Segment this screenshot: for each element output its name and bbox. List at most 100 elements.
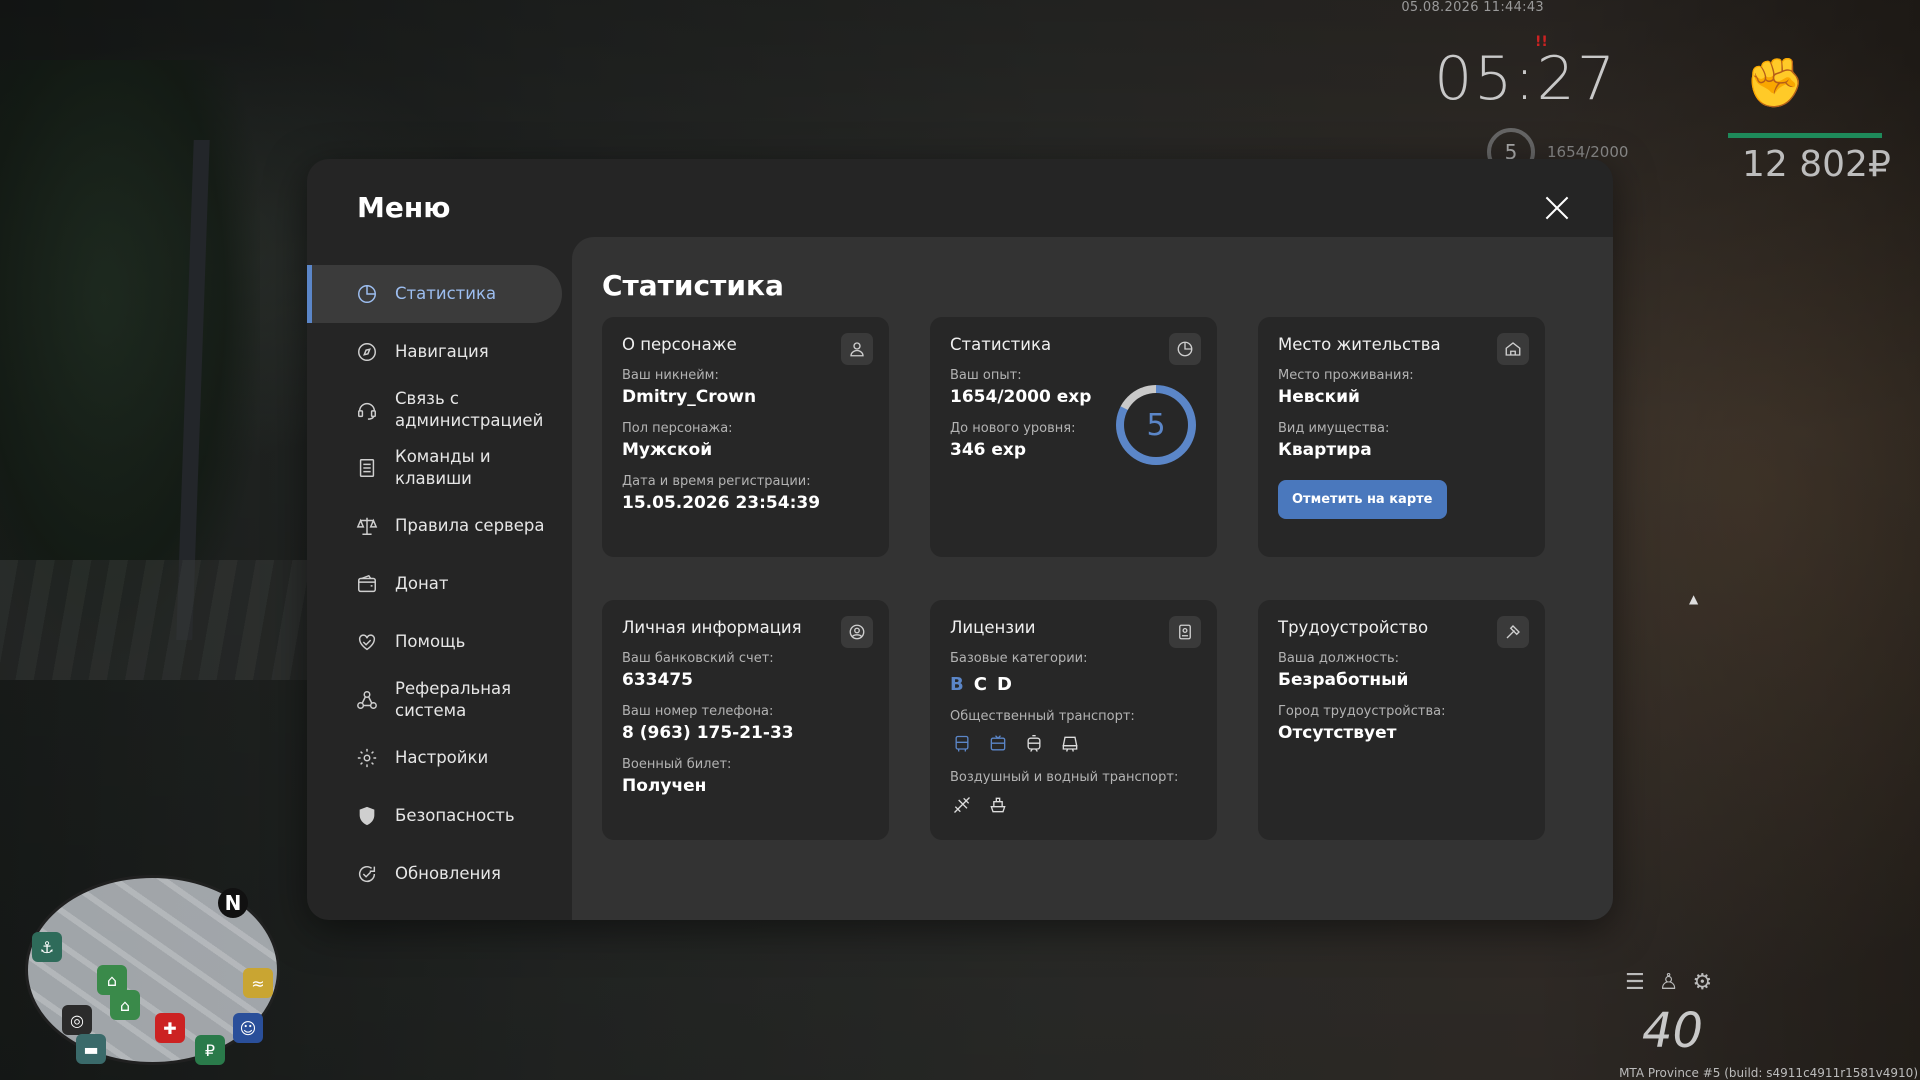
card-title: Статистика [950,335,1052,354]
public-transport-icons [950,732,1197,756]
shield-icon [355,804,379,828]
handshake-heart-icon [355,630,379,654]
air-water-transport-icons [950,793,1197,817]
phone-value: 8 (963) 175-21-33 [622,723,794,743]
ship-icon [986,793,1010,817]
license-category-c: C [973,674,987,695]
exp-label: Ваш опыт: [950,368,1022,383]
tram-icon [1022,732,1046,756]
personal-info-card: Личная информация Ваш банковский счет: 6… [602,600,889,840]
train-icon [1058,732,1082,756]
house-icon: ⌂ [110,990,140,1020]
sidebar-item-updates[interactable]: Обновления [307,845,562,903]
phone-label: Ваш номер телефона: [622,704,774,719]
sidebar-item-settings[interactable]: Настройки [307,729,562,787]
registration-value: 15.05.2026 23:54:39 [622,493,821,513]
military-id-label: Военный билет: [622,757,732,772]
property-type-value: Квартира [1278,440,1372,460]
compass-icon [355,340,379,364]
hud-money-bar [1728,133,1882,138]
card-title: Место жительства [1278,335,1441,354]
minimap-north-marker: N [218,888,248,918]
property-type-label: Вид имущества: [1278,421,1390,436]
pie-chart-icon [1169,333,1201,365]
sidebar-item-label: Помощь [395,632,466,651]
about-character-card: О персонаже Ваш никнейм: Dmitry_Crown По… [602,317,889,557]
sidebar-item-label: Навигация [395,342,489,361]
user-icon [841,333,873,365]
page-title: Статистика [602,269,784,302]
sidebar-item-server-rules[interactable]: Правила сервера [307,497,562,555]
public-transport-label: Общественный транспорт: [950,709,1135,724]
employment-card: Трудоустройство Ваша должность: Безработ… [1258,600,1545,840]
people-network-icon [355,688,379,712]
close-button[interactable] [1541,191,1573,223]
license-categories: BCD [950,674,1197,695]
sidebar-item-label: Команды и клавиши [395,447,491,488]
card-title: Лицензии [950,618,1036,637]
card-title: О персонаже [622,335,737,354]
menu-modal: Меню Статистика Навигация Связь с админи… [307,159,1613,920]
gender-value: Мужской [622,440,713,460]
bank-icon: ₽ [195,1035,225,1065]
headlight-icon: ☰ [1625,970,1659,995]
airplane-icon [950,793,974,817]
sidebar-item-label: Реферальная система [395,679,512,720]
license-category-b: B [950,674,964,695]
job-position-value: Безработный [1278,670,1409,690]
id-badge-icon [1169,616,1201,648]
hud-datetime: 05.08.2026 11:44:43 [1401,0,1544,15]
level-progress-ring: 5 [1116,385,1196,465]
job-city-value: Отсутствует [1278,723,1397,743]
licenses-card: Лицензии Базовые категории: BCD Обществе… [930,600,1217,840]
residence-place-label: Место проживания: [1278,368,1414,383]
bank-account-value: 633475 [622,670,693,690]
engine-icon: ⚙ [1692,970,1727,995]
taxi-icon: ≈ [243,968,273,998]
scene-crosswalk [0,560,320,680]
residence-card: Место жительства Место проживания: Невск… [1258,317,1545,557]
sidebar-item-label: Связь с администрацией [395,389,544,430]
base-categories-label: Базовые категории: [950,651,1088,666]
car-icon: ▬ [76,1034,106,1064]
level-value: 5 [1146,407,1166,443]
police-icon: ☺ [233,1013,263,1043]
home-icon [1497,333,1529,365]
headset-icon [355,398,379,422]
trolleybus-icon [986,732,1010,756]
menu-sidebar: Статистика Навигация Связь с администрац… [307,265,562,903]
pie-chart-icon [355,282,379,306]
user-circle-icon [841,616,873,648]
hud-clock: 05:27 [1434,44,1617,114]
hud-money: 12 802₽ [1742,144,1891,185]
sidebar-item-label: Безопасность [395,806,515,825]
sidebar-item-security[interactable]: Безопасность [307,787,562,845]
hud-vehicle-indicators: ☰♙⚙ [1625,970,1726,995]
air-water-transport-label: Воздушный и водный транспорт: [950,770,1179,785]
military-id-value: Получен [622,776,707,796]
nickname-value: Dmitry_Crown [622,387,757,407]
sidebar-item-referral[interactable]: Реферальная система [307,671,562,729]
fist-icon: ✊ [1745,55,1805,111]
job-city-label: Город трудоустройства: [1278,704,1446,719]
sidebar-item-label: Правила сервера [395,516,545,535]
gender-label: Пол персонажа: [622,421,733,436]
sidebar-item-navigation[interactable]: Навигация [307,323,562,381]
mark-on-map-button[interactable]: Отметить на карте [1278,480,1447,519]
hammer-icon [1497,616,1529,648]
anchor-icon: ⚓ [32,932,62,962]
card-title: Трудоустройство [1278,618,1429,637]
sidebar-item-donate[interactable]: Донат [307,555,562,613]
sidebar-item-label: Настройки [395,748,489,767]
scales-icon [355,514,379,538]
sidebar-item-label: Донат [395,574,449,593]
build-info: MTA Province #5 (build: s4911c4911r1581v… [1619,1066,1918,1080]
sidebar-item-statistics[interactable]: Статистика [307,265,562,323]
job-position-label: Ваша должность: [1278,651,1400,666]
hospital-icon: ✚ [155,1013,185,1043]
seatbelt-icon: ♙ [1658,970,1693,995]
sidebar-item-commands[interactable]: Команды и клавиши [307,439,562,497]
sidebar-item-help[interactable]: Помощь [307,613,562,671]
menu-title: Меню [357,191,451,224]
sidebar-item-admin-contact[interactable]: Связь с администрацией [307,381,562,439]
